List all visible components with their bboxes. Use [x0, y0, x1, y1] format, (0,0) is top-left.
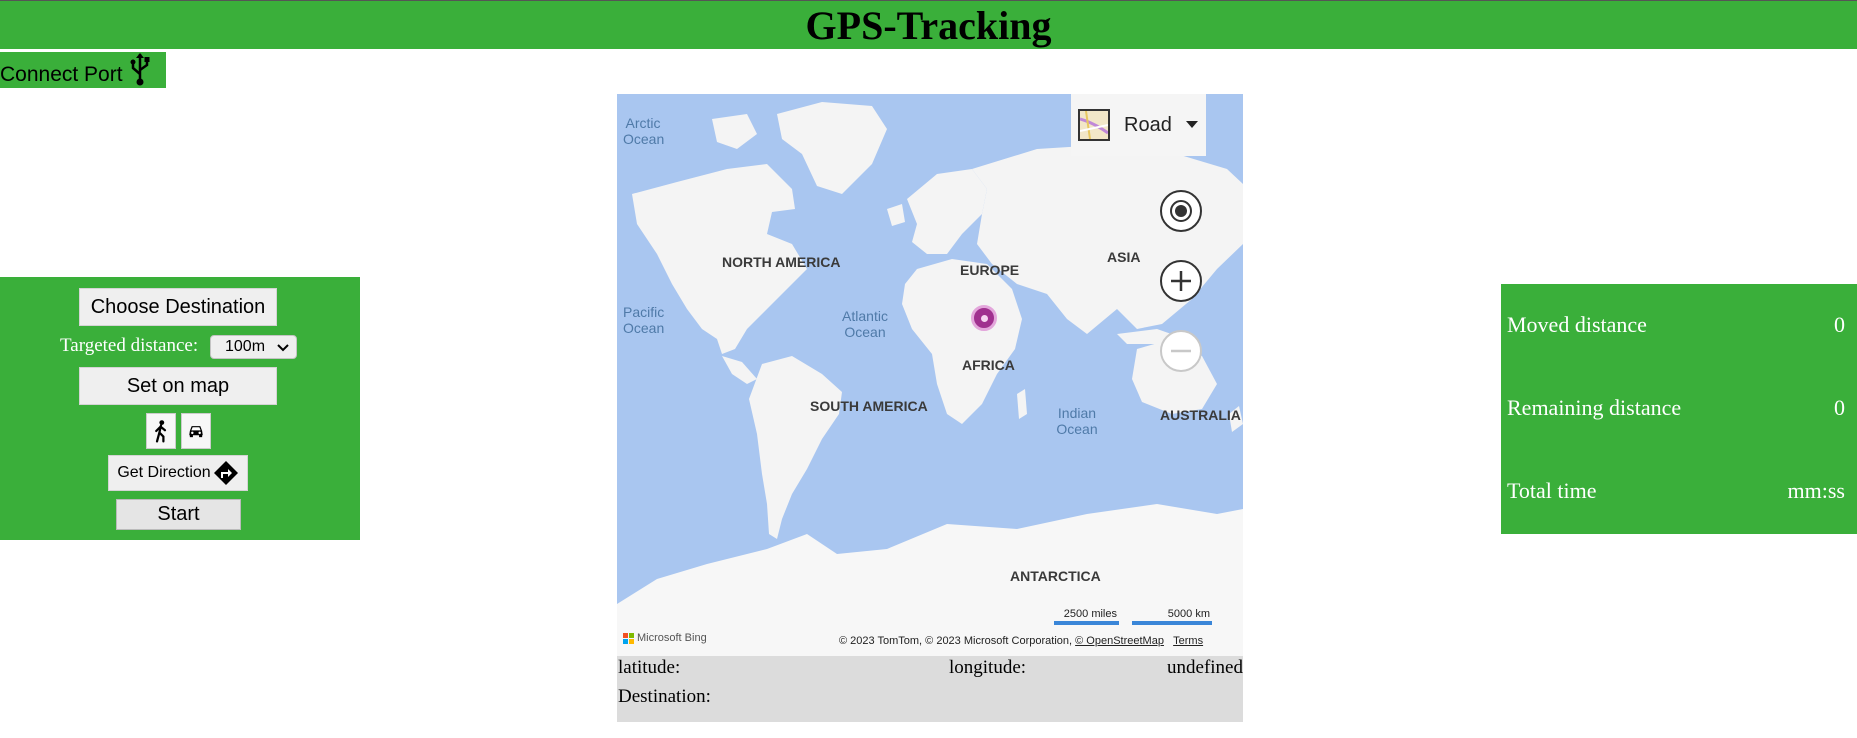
targeted-distance-label: Targeted distance: — [60, 335, 199, 356]
label-africa: AFRICA — [962, 357, 1015, 373]
walk-icon — [155, 420, 167, 443]
moved-distance-value: 0 — [1834, 312, 1845, 337]
direction-sign-icon — [213, 461, 238, 485]
connect-port-label: Connect Port — [0, 63, 123, 86]
targeted-distance-value: 100m — [225, 338, 266, 355]
label-south-america: SOUTH AMERICA — [810, 398, 928, 414]
map-style-name: Road — [1124, 113, 1172, 136]
choose-destination-button[interactable]: Choose Destination — [79, 288, 277, 326]
route-controls-panel: Choose Destination Targeted distance: 10… — [0, 277, 360, 540]
remaining-distance-row: Remaining distance 0 — [1507, 395, 1845, 425]
terms-link[interactable]: Terms — [1173, 635, 1203, 647]
total-time-row: Total time mm:ss — [1507, 478, 1845, 508]
map-copyright: © 2023 TomTom, © 2023 Microsoft Corporat… — [839, 635, 1203, 647]
label-europe: EUROPE — [960, 262, 1020, 278]
map-view[interactable]: Arctic Ocean NORTH AMERICA EUROPE ASIA P… — [617, 94, 1243, 656]
car-mode-button[interactable] — [181, 413, 211, 449]
locate-me-button[interactable] — [1160, 190, 1202, 232]
moved-distance-row: Moved distance 0 — [1507, 312, 1845, 342]
bing-attribution: Microsoft Bing — [623, 632, 707, 644]
label-antarctica: ANTARCTICA — [1010, 568, 1101, 584]
label-atlantic-ocean: Atlantic Ocean — [842, 308, 888, 340]
minus-icon — [1171, 349, 1191, 353]
stats-panel: Moved distance 0 Remaining distance 0 To… — [1501, 284, 1857, 534]
location-pin[interactable] — [971, 305, 997, 331]
plus-icon — [1171, 271, 1191, 291]
label-australia: AUSTRALIA — [1160, 407, 1241, 423]
car-icon — [189, 426, 203, 438]
destination-label: Destination: — [618, 686, 711, 707]
scale-bar-km: 5000 km — [1132, 608, 1212, 625]
get-direction-label: Get Direction — [117, 464, 211, 481]
chevron-down-icon — [277, 344, 289, 352]
connect-port-button[interactable]: Connect Port — [0, 52, 166, 88]
start-button[interactable]: Start — [116, 499, 241, 530]
coordinate-value: undefined — [1167, 657, 1243, 678]
label-indian-ocean: Indian Ocean — [1056, 405, 1098, 437]
dropdown-arrow-icon — [1185, 121, 1198, 128]
label-north-america: NORTH AMERICA — [722, 254, 841, 270]
locate-icon — [1170, 200, 1192, 222]
zoom-in-button[interactable] — [1160, 260, 1202, 302]
copyright-text: © 2023 TomTom, © 2023 Microsoft Corporat… — [839, 635, 1073, 647]
get-direction-button[interactable]: Get Direction — [108, 455, 248, 491]
scale-bar-miles: 2500 miles — [1054, 608, 1119, 625]
remaining-distance-label: Remaining distance — [1507, 395, 1682, 420]
coordinates-panel: latitude: longitude: undefined Destinati… — [617, 656, 1243, 722]
bing-label: Microsoft Bing — [637, 632, 707, 644]
usb-icon — [130, 53, 150, 86]
latitude-label: latitude: — [618, 657, 681, 678]
label-asia: ASIA — [1107, 249, 1141, 265]
total-time-value: mm:ss — [1787, 478, 1845, 503]
walk-mode-button[interactable] — [146, 413, 176, 449]
zoom-out-button[interactable] — [1160, 330, 1202, 372]
microsoft-logo — [623, 632, 634, 644]
label-arctic-ocean: Arctic Ocean — [623, 115, 665, 147]
road-style-thumbnail — [1078, 109, 1110, 141]
page-title: GPS-Tracking — [805, 3, 1052, 48]
remaining-distance-value: 0 — [1834, 395, 1845, 420]
label-pacific-ocean: Pacific Ocean — [623, 304, 665, 336]
longitude-label: longitude: — [949, 657, 1027, 678]
total-time-label: Total time — [1507, 478, 1597, 503]
world-map-tiles — [617, 94, 1243, 656]
targeted-distance-select[interactable]: 100m — [210, 335, 297, 359]
openstreetmap-link[interactable]: © OpenStreetMap — [1075, 635, 1164, 647]
moved-distance-label: Moved distance — [1507, 312, 1647, 337]
map-style-picker[interactable]: Road — [1071, 94, 1206, 156]
header-bar: GPS-Tracking — [0, 1, 1857, 49]
set-on-map-button[interactable]: Set on map — [79, 367, 277, 405]
